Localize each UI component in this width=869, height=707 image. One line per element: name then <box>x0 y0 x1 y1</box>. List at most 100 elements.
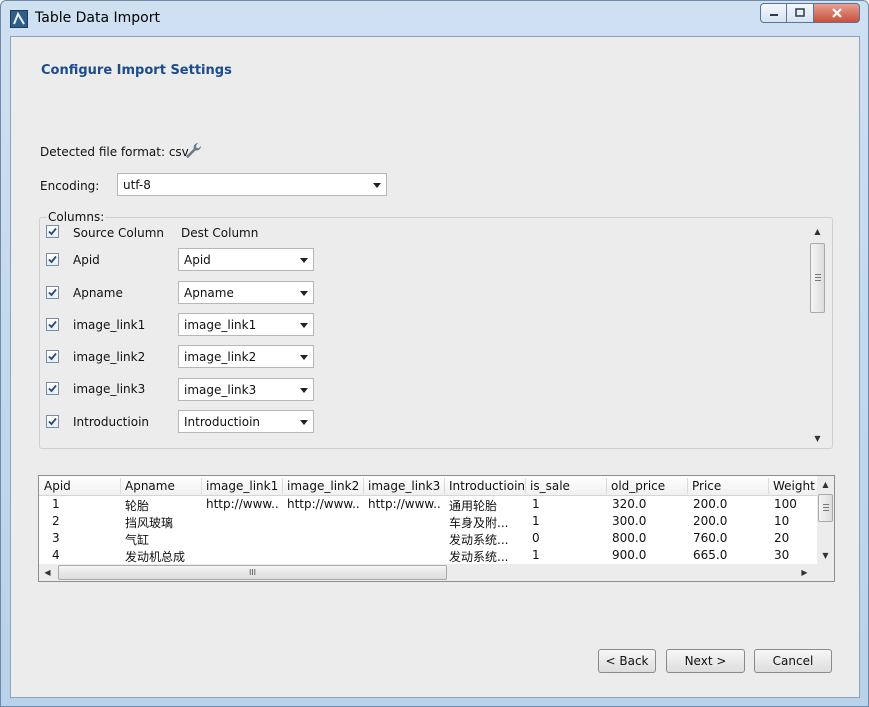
scroll-up-arrow-icon[interactable]: ▲ <box>809 223 826 240</box>
preview-cell: 4 <box>52 548 60 562</box>
preview-cell <box>206 548 280 563</box>
dest-column-value: image_link1 <box>184 318 257 332</box>
preview-column-header[interactable]: Apid <box>44 479 71 493</box>
select-all-checkbox[interactable] <box>46 225 59 238</box>
preview-cell: 10 <box>774 514 790 528</box>
chevron-down-icon <box>373 183 381 188</box>
preview-cell: 300.0 <box>612 514 647 528</box>
preview-cell: 气缸 <box>125 533 150 547</box>
scrollbar-thumb[interactable]: III <box>58 565 447 580</box>
next-button[interactable]: Next > <box>666 649 745 673</box>
scroll-left-arrow-icon[interactable]: ◀ <box>39 564 56 581</box>
chevron-down-icon <box>300 258 308 263</box>
scrollbar-thumb[interactable] <box>810 243 825 313</box>
encoding-select[interactable]: utf-8 <box>117 173 387 196</box>
column-checkbox-apname[interactable] <box>46 286 59 299</box>
column-checkbox-image-link2[interactable] <box>46 350 59 363</box>
preview-column-header[interactable]: Apname <box>125 479 175 493</box>
close-button[interactable] <box>814 3 860 23</box>
preview-column-header[interactable]: is_sale <box>530 479 570 493</box>
app-icon <box>10 10 28 28</box>
scroll-right-arrow-icon[interactable]: ▶ <box>796 564 813 581</box>
column-checkbox-image-link3[interactable] <box>46 382 59 395</box>
source-column-apname: Apname <box>73 286 123 300</box>
file-format-label: Detected file format: csv <box>40 145 189 159</box>
column-checkbox-introductioin[interactable] <box>46 415 59 428</box>
wrench-icon[interactable] <box>183 141 203 161</box>
preview-cell: 车身及附... <box>449 516 509 530</box>
dest-column-value: image_link3 <box>184 383 257 397</box>
chevron-down-icon <box>300 355 308 360</box>
preview-column-header[interactable]: Price <box>692 479 721 493</box>
preview-cell: http://www... <box>206 497 280 511</box>
dest-column-select-image-link3[interactable]: image_link3 <box>178 378 314 401</box>
preview-column-header[interactable]: image_link3 <box>368 479 440 493</box>
column-checkbox-apid[interactable] <box>46 253 59 266</box>
title-bar[interactable]: Table Data Import <box>1 1 868 35</box>
data-preview-grid[interactable]: Apid Apname image_link1 image_link2 imag… <box>38 475 835 582</box>
preview-cell: 1 <box>532 548 540 562</box>
import-dialog-window: Table Data Import Configure Import Setti… <box>0 0 869 707</box>
preview-cell: 通用轮胎 <box>449 499 498 513</box>
dest-column-select-image-link1[interactable]: image_link1 <box>178 313 314 336</box>
chevron-down-icon <box>300 388 308 393</box>
preview-cell: 1 <box>532 497 540 511</box>
preview-cell: 1 <box>52 497 60 511</box>
preview-column-header[interactable]: image_link2 <box>287 479 359 493</box>
preview-cell: 挡风玻璃 <box>125 516 174 530</box>
dest-column-select-apid[interactable]: Apid <box>178 248 314 271</box>
preview-cell: 2 <box>52 514 60 528</box>
preview-cell: 20 <box>774 531 790 545</box>
preview-cell: 30 <box>774 548 790 562</box>
dest-column-select-image-link2[interactable]: image_link2 <box>178 345 314 368</box>
scroll-down-arrow-icon[interactable]: ▼ <box>817 547 834 564</box>
preview-cell: http://www... <box>368 497 442 511</box>
preview-column-header[interactable]: Weight <box>773 479 815 493</box>
dest-column-header: Dest Column <box>181 226 259 240</box>
scroll-up-arrow-icon[interactable]: ▲ <box>817 476 834 493</box>
preview-column-header[interactable]: image_link1 <box>206 479 278 493</box>
dest-column-value: Apname <box>184 286 234 300</box>
chevron-down-icon <box>300 323 308 328</box>
dialog-body: Configure Import Settings Detected file … <box>10 36 860 698</box>
source-column-image-link2: image_link2 <box>73 350 146 364</box>
source-column-image-link1: image_link1 <box>73 318 146 332</box>
preview-vertical-scrollbar[interactable]: ▲ ▼ <box>817 476 834 564</box>
preview-cell: 200.0 <box>693 497 728 511</box>
minimize-button[interactable] <box>760 3 787 23</box>
preview-header-row: Apid Apname image_link1 image_link2 imag… <box>39 476 817 496</box>
maximize-button[interactable] <box>787 3 814 23</box>
scroll-down-arrow-icon[interactable]: ▼ <box>809 430 826 447</box>
dest-column-select-apname[interactable]: Apname <box>178 281 314 304</box>
preview-cell: 200.0 <box>693 514 728 528</box>
source-column-image-link3: image_link3 <box>73 382 146 396</box>
preview-cell: 0 <box>532 531 540 545</box>
columns-vertical-scrollbar[interactable]: ▲ ▼ <box>809 223 826 447</box>
preview-cell: 3 <box>52 531 60 545</box>
preview-cell: http://www... <box>287 497 361 511</box>
preview-horizontal-scrollbar[interactable]: ◀ III ▶ <box>39 564 834 581</box>
dest-column-value: Apid <box>184 253 211 267</box>
scrollbar-thumb[interactable] <box>818 494 833 522</box>
preview-cell: 1 <box>532 514 540 528</box>
column-checkbox-image-link1[interactable] <box>46 318 59 331</box>
page-title: Configure Import Settings <box>41 63 232 78</box>
columns-group <box>39 217 833 449</box>
preview-cell: 800.0 <box>612 531 647 545</box>
encoding-value: utf-8 <box>123 178 151 192</box>
preview-cell: 665.0 <box>693 548 728 562</box>
preview-column-header[interactable]: old_price <box>611 479 665 493</box>
window-title: Table Data Import <box>35 10 160 26</box>
preview-cell: 发动系统... <box>449 533 509 547</box>
chevron-down-icon <box>300 420 308 425</box>
back-button[interactable]: < Back <box>598 649 656 673</box>
maximize-icon <box>795 8 805 17</box>
preview-cell <box>368 548 442 563</box>
dest-column-select-introductioin[interactable]: Introductioin <box>178 410 314 433</box>
dest-column-value: Introductioin <box>184 415 261 429</box>
preview-column-header[interactable]: Introductioin <box>449 479 525 493</box>
dest-column-value: image_link2 <box>184 350 257 364</box>
source-column-apid: Apid <box>73 253 100 267</box>
chevron-down-icon <box>300 291 308 296</box>
cancel-button[interactable]: Cancel <box>754 649 832 673</box>
